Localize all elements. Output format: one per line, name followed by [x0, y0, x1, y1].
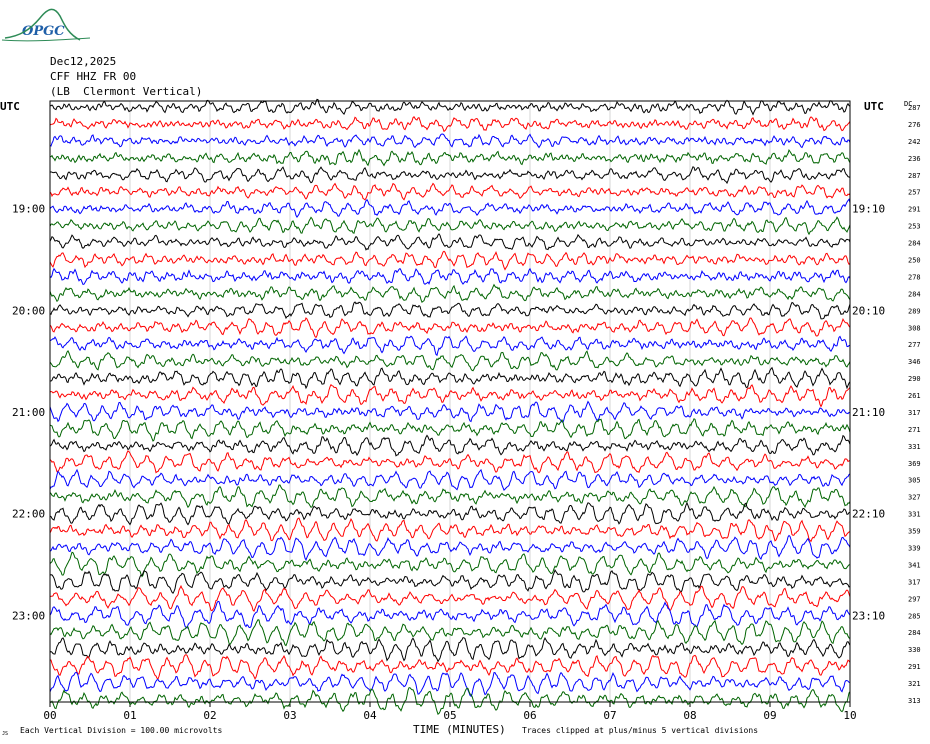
dc-offset-label: 271 — [908, 426, 921, 434]
dc-offset-label: 236 — [908, 155, 921, 163]
utc-right-label: UTC — [864, 100, 884, 113]
utc-left-label: UTC — [0, 100, 20, 113]
dc-offset-label: 290 — [908, 375, 921, 383]
dc-offset-label: 284 — [908, 290, 921, 298]
dc-label: DC — [904, 100, 912, 108]
right-time-label: 20:10 — [852, 304, 885, 317]
x-tick-label: 02 — [203, 709, 216, 722]
x-tick-label: 08 — [683, 709, 696, 722]
dc-offset-label: 257 — [908, 189, 921, 197]
dc-offset-label: 276 — [908, 121, 921, 129]
left-time-label: 20:00 — [12, 304, 45, 317]
clip-note: Traces clipped at plus/minus 5 vertical … — [522, 726, 758, 735]
dc-offset-label: 321 — [908, 680, 921, 688]
scale-note: Each Vertical Division = 100.00 microvol… — [20, 726, 222, 735]
x-tick-label: 06 — [523, 709, 536, 722]
x-axis-title: TIME (MINUTES) — [413, 723, 506, 736]
dc-offset-label: 327 — [908, 494, 921, 502]
right-time-label: 23:10 — [852, 609, 885, 622]
dc-offset-label: 297 — [908, 595, 921, 603]
dc-offset-label: 339 — [908, 545, 921, 553]
dc-offset-label: 346 — [908, 358, 921, 366]
dc-offset-label: 242 — [908, 138, 921, 146]
x-tick-label: 05 — [443, 709, 456, 722]
dc-offset-label: 291 — [908, 663, 921, 671]
dc-offset-label: 369 — [908, 460, 921, 468]
corner-mark: JS — [2, 731, 8, 737]
dc-offset-label: 317 — [908, 409, 921, 417]
dc-offset-label: 308 — [908, 324, 921, 332]
x-tick-label: 10 — [843, 709, 856, 722]
x-tick-label: 07 — [603, 709, 616, 722]
dc-offset-label: 278 — [908, 273, 921, 281]
left-time-label: 19:00 — [12, 203, 45, 216]
dc-offset-label: 284 — [908, 629, 921, 637]
x-tick-label: 04 — [363, 709, 377, 722]
dc-offset-label: 289 — [908, 307, 921, 315]
dc-offset-label: 291 — [908, 206, 921, 214]
right-time-label: 19:10 — [852, 203, 885, 216]
x-tick-label: 01 — [123, 709, 136, 722]
left-time-label: 22:00 — [12, 508, 45, 521]
dc-offset-label: 341 — [908, 561, 921, 569]
left-time-label: 21:00 — [12, 406, 45, 419]
x-tick-label: 00 — [43, 709, 56, 722]
dc-offset-label: 253 — [908, 223, 921, 231]
right-time-label: 21:10 — [852, 406, 885, 419]
dc-offset-label: 277 — [908, 341, 921, 349]
dc-offset-label: 284 — [908, 240, 921, 248]
dc-offset-label: 331 — [908, 511, 921, 519]
x-tick-label: 09 — [763, 709, 776, 722]
dc-offset-label: 330 — [908, 646, 921, 654]
dc-offset-label: 359 — [908, 528, 921, 536]
dc-offset-label: 250 — [908, 256, 921, 264]
dc-offset-label: 317 — [908, 578, 921, 586]
dc-offset-label: 331 — [908, 443, 921, 451]
helicorder-plot: 00 01 02 03 04 05 06 07 08 09 10287276242236287257… — [0, 8, 921, 737]
x-tick-label: 03 — [283, 709, 296, 722]
left-time-label: 23:00 — [12, 609, 45, 622]
dc-offset-label: 313 — [908, 697, 921, 705]
dc-offset-label: 287 — [908, 172, 921, 180]
dc-offset-label: 285 — [908, 612, 921, 620]
right-time-label: 22:10 — [852, 508, 885, 521]
logo-icon — [1, 8, 91, 42]
dc-offset-label: 261 — [908, 392, 921, 400]
dc-offset-label: 305 — [908, 477, 921, 485]
